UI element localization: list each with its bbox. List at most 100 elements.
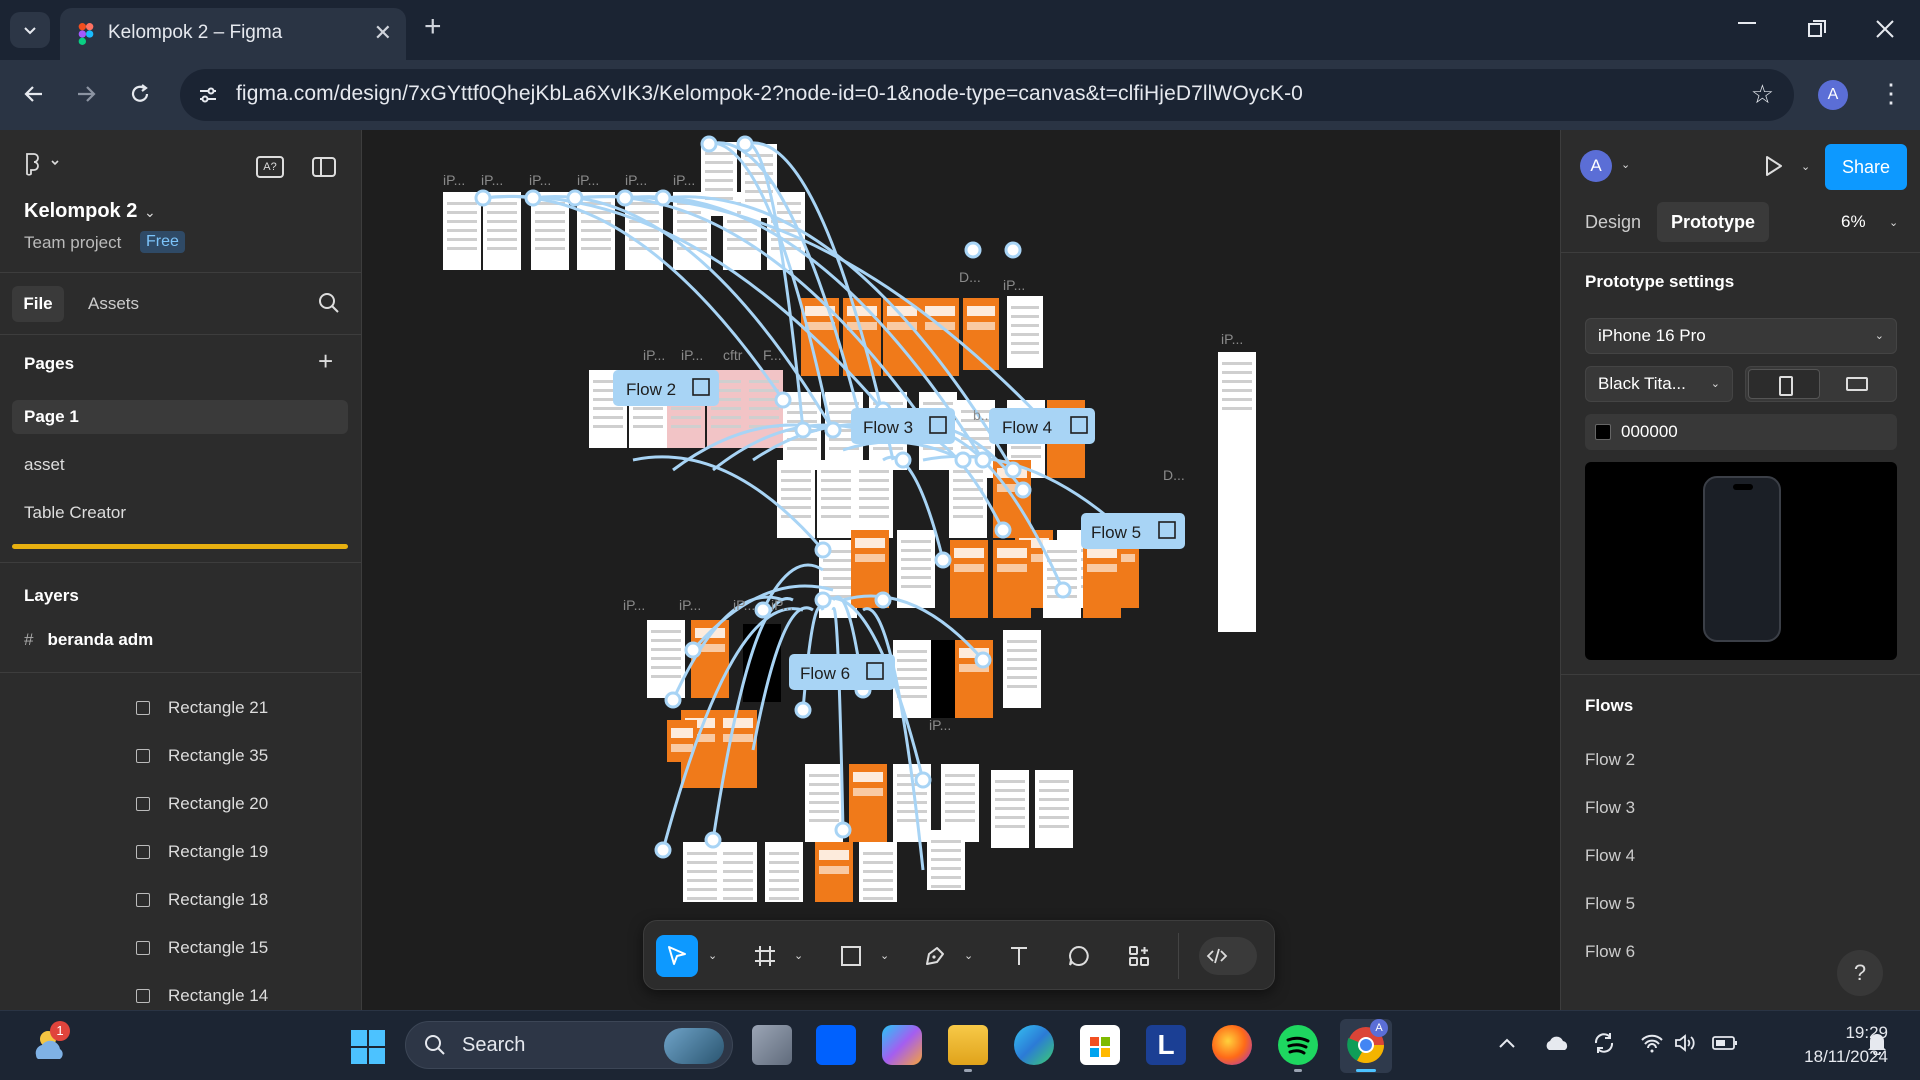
chevron-down-icon[interactable]: ⌄	[708, 949, 717, 962]
layer-frame[interactable]: # beranda adm	[24, 630, 153, 650]
layer-item[interactable]: Rectangle 18	[136, 890, 268, 910]
share-button[interactable]: Share	[1825, 144, 1907, 190]
search-icon[interactable]	[318, 292, 340, 314]
text-tool[interactable]	[998, 935, 1040, 977]
rectangle-tool[interactable]	[830, 935, 872, 977]
windows-start-icon[interactable]	[350, 1029, 386, 1065]
edge-icon[interactable]	[1014, 1025, 1054, 1065]
add-page-icon[interactable]: +	[318, 346, 333, 377]
flow-label[interactable]: Flow 5	[1081, 513, 1185, 549]
flow-label[interactable]: Flow 4	[989, 408, 1095, 444]
dev-mode-toggle[interactable]	[1199, 937, 1257, 975]
battery-icon[interactable]	[1712, 1035, 1738, 1051]
layer-item[interactable]: Rectangle 21	[136, 698, 268, 718]
profile-avatar[interactable]: A	[1818, 80, 1848, 110]
sync-icon[interactable]	[1592, 1031, 1616, 1055]
zoom-level[interactable]: 6%	[1841, 212, 1866, 232]
restore-icon[interactable]	[1808, 20, 1826, 38]
kebab-menu-icon[interactable]: ⋮	[1878, 78, 1904, 109]
layer-item[interactable]: Rectangle 19	[136, 842, 268, 862]
layer-item[interactable]: Rectangle 20	[136, 794, 268, 814]
layer-item[interactable]: Rectangle 14	[136, 986, 268, 1006]
tab-design[interactable]: Design	[1585, 212, 1641, 233]
page-item[interactable]: Page 1	[12, 400, 348, 434]
chevron-down-icon[interactable]: ⌄	[880, 949, 889, 962]
spotify-icon[interactable]	[1278, 1025, 1318, 1065]
site-settings-icon[interactable]	[196, 83, 220, 107]
chevron-down-icon[interactable]: ⌄	[1801, 160, 1810, 173]
layer-item-label: Rectangle 21	[168, 698, 269, 717]
right-sidebar: A ⌄ ⌄ Share Design Prototype 6% ⌄ Protot…	[1560, 130, 1920, 1010]
tab-search-button[interactable]	[10, 12, 50, 48]
firefox-icon[interactable]	[1212, 1025, 1252, 1065]
pen-tool[interactable]	[914, 935, 956, 977]
bookmark-star-icon[interactable]: ☆	[1751, 79, 1774, 110]
tab-prototype[interactable]: Prototype	[1657, 202, 1770, 242]
flow-label[interactable]: Flow 3	[851, 408, 955, 444]
chevron-down-icon[interactable]: ⌄	[144, 204, 156, 221]
layer-item[interactable]: Rectangle 35	[136, 746, 268, 766]
taskbar-search-box[interactable]: Search	[405, 1021, 733, 1069]
toggle-sidebar-icon[interactable]	[312, 157, 336, 177]
plan-badge[interactable]: Free	[140, 231, 185, 253]
copilot-icon[interactable]	[882, 1025, 922, 1065]
frame-icon: #	[24, 630, 34, 649]
connection-node	[824, 421, 842, 439]
portrait-icon[interactable]	[1748, 369, 1820, 399]
new-tab-button[interactable]: +	[424, 12, 442, 42]
design-canvas[interactable]: iP... iP... iP... iP... iP... iP... D... iP... i…	[363, 130, 1560, 1010]
chevron-up-icon[interactable]	[1498, 1037, 1516, 1049]
page-item[interactable]: asset	[12, 448, 348, 482]
volume-icon[interactable]	[1674, 1033, 1696, 1053]
help-button[interactable]: ?	[1837, 950, 1883, 996]
project-name[interactable]: Kelompok 2	[24, 200, 137, 223]
onedrive-cloud-icon[interactable]	[1544, 1035, 1570, 1051]
page-item[interactable]: Table Creator	[12, 496, 348, 530]
actions-tool[interactable]	[1118, 935, 1160, 977]
back-arrow-icon[interactable]	[22, 82, 46, 106]
chrome-taskbar-button[interactable]: A	[1340, 1019, 1392, 1073]
flow-item[interactable]: Flow 4	[1585, 846, 1635, 866]
flow-label[interactable]: Flow 2	[613, 370, 719, 406]
figma-menu-icon[interactable]	[24, 152, 64, 176]
flow-label[interactable]: Flow 6	[789, 654, 895, 690]
chevron-down-icon[interactable]: ⌄	[964, 949, 973, 962]
comment-tool[interactable]	[1058, 935, 1100, 977]
minimize-icon[interactable]	[1738, 22, 1758, 26]
tab-assets[interactable]: Assets	[88, 294, 139, 314]
url-bar[interactable]: figma.com/design/7xGYttf0QhejKbLa6XvIK3/…	[180, 69, 1794, 121]
close-tab-icon[interactable]: ✕	[374, 20, 392, 46]
chevron-down-icon[interactable]: ⌄	[1889, 216, 1898, 229]
ai-assistant-button[interactable]: A?	[256, 156, 284, 178]
task-view-icon[interactable]	[752, 1025, 792, 1065]
frame-tool[interactable]	[744, 935, 786, 977]
notification-bell-icon[interactable]	[1866, 1031, 1888, 1055]
color-swatch[interactable]	[1595, 424, 1611, 440]
flow-item[interactable]: Flow 6	[1585, 942, 1635, 962]
pages-resize-handle[interactable]	[12, 544, 348, 549]
screen-text-line	[1047, 559, 1077, 562]
flow-item[interactable]: Flow 5	[1585, 894, 1635, 914]
model-select[interactable]: Black Tita... ⌄	[1585, 366, 1733, 402]
browser-tab-active[interactable]: Kelompok 2 – Figma ✕	[60, 8, 406, 60]
device-select[interactable]: iPhone 16 Pro ⌄	[1585, 318, 1897, 354]
reload-icon[interactable]	[128, 82, 152, 106]
user-avatar[interactable]: A	[1580, 150, 1612, 182]
chevron-down-icon[interactable]: ⌄	[1621, 158, 1630, 171]
layer-item[interactable]: Rectangle 15	[136, 938, 268, 958]
microsoft-store-icon[interactable]	[1080, 1025, 1120, 1065]
l-app-icon[interactable]: L	[1146, 1025, 1186, 1065]
tab-file[interactable]: File	[12, 286, 64, 322]
close-window-icon[interactable]	[1876, 20, 1894, 38]
flow-item[interactable]: Flow 3	[1585, 798, 1635, 818]
wifi-icon[interactable]	[1640, 1033, 1664, 1053]
flow-item[interactable]: Flow 2	[1585, 750, 1635, 770]
dropbox-icon[interactable]	[816, 1025, 856, 1065]
layer-item-label: Rectangle 19	[168, 842, 269, 861]
move-tool[interactable]	[656, 935, 698, 977]
forward-arrow-icon[interactable]	[74, 82, 98, 106]
background-color-field[interactable]: 000000	[1585, 414, 1897, 450]
file-explorer-icon[interactable]	[948, 1025, 988, 1065]
present-play-icon[interactable]	[1761, 154, 1785, 178]
chevron-down-icon[interactable]: ⌄	[794, 949, 803, 962]
